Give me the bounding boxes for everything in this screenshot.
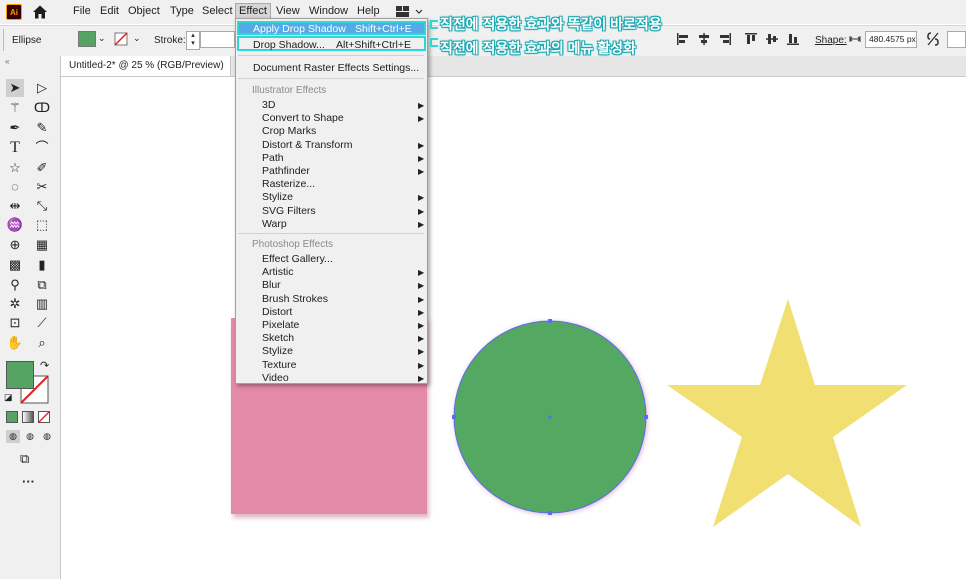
anchor-left[interactable]: [452, 415, 456, 419]
photoshop-effect-item[interactable]: Effect Gallery...: [262, 253, 333, 265]
annotation-bracket: [430, 38, 438, 47]
photoshop-effect-item[interactable]: Video: [262, 372, 289, 384]
submenu-arrow-icon: ▶: [418, 373, 425, 383]
canvas-artwork: [231, 299, 907, 527]
submenu-arrow-icon: ▶: [418, 294, 425, 304]
menu-separator: [238, 78, 424, 79]
illustrator-effect-item[interactable]: Crop Marks: [262, 125, 316, 137]
illustrator-effect-item[interactable]: Convert to Shape: [262, 112, 344, 124]
menu-apply-drop-shadow[interactable]: Apply Drop Shadow: [253, 23, 346, 35]
submenu-arrow-icon: ▶: [418, 140, 425, 150]
illustrator-effect-item[interactable]: Path: [262, 152, 284, 164]
menu-separator: [238, 233, 424, 234]
submenu-arrow-icon: ▶: [418, 167, 425, 176]
effect-menu: Apply Drop Shadow Shift+Ctrl+E Drop Shad…: [235, 18, 428, 384]
annotation-apply: 직전에 적용한 효과와 똑같이 바로적용: [440, 16, 662, 32]
submenu-arrow-icon: ▶: [418, 206, 425, 216]
photoshop-effects-header: Photoshop Effects: [252, 239, 333, 250]
submenu-arrow-icon: ▶: [418, 321, 425, 330]
submenu-arrow-icon: ▶: [418, 114, 425, 124]
photoshop-effect-item[interactable]: Blur: [262, 279, 281, 291]
photoshop-effect-item[interactable]: Texture: [262, 359, 296, 371]
anchor-bottom[interactable]: [548, 511, 552, 515]
submenu-arrow-icon: ▶: [418, 219, 425, 229]
illustrator-effect-item[interactable]: Rasterize...: [262, 178, 315, 190]
anchor-top[interactable]: [548, 319, 552, 323]
photoshop-effect-item[interactable]: Brush Strokes: [262, 293, 328, 305]
annotation-bracket: [430, 20, 438, 29]
submenu-arrow-icon: ▶: [418, 101, 425, 110]
photoshop-effect-item[interactable]: Stylize: [262, 345, 293, 357]
photoshop-effect-item[interactable]: Pixelate: [262, 319, 299, 331]
illustrator-effects-header: Illustrator Effects: [252, 85, 327, 96]
submenu-arrow-icon: ▶: [418, 347, 425, 357]
submenu-arrow-icon: ▶: [418, 360, 425, 370]
drop-shadow-shortcut: Alt+Shift+Ctrl+E: [336, 39, 411, 51]
submenu-arrow-icon: ▶: [418, 193, 425, 203]
annotation-drop: 직전에 적용한 효과의 메뉴 활성화: [440, 40, 636, 56]
fill-swatch[interactable]: [6, 361, 34, 389]
menu-separator: [238, 55, 424, 56]
yellow-star[interactable]: [667, 299, 907, 527]
submenu-arrow-icon: ▶: [418, 268, 425, 278]
photoshop-effect-item[interactable]: Distort: [262, 306, 292, 318]
illustrator-effect-item[interactable]: Stylize: [262, 191, 293, 203]
photoshop-effect-item[interactable]: Artistic: [262, 266, 294, 278]
illustrator-effect-item[interactable]: 3D: [262, 99, 275, 111]
photoshop-effect-item[interactable]: Sketch: [262, 332, 294, 344]
submenu-arrow-icon: ▶: [418, 153, 425, 163]
illustrator-effect-item[interactable]: Pathfinder: [262, 165, 310, 177]
anchor-center[interactable]: [548, 415, 552, 419]
submenu-arrow-icon: ▶: [418, 281, 425, 291]
menu-drop-shadow[interactable]: Drop Shadow...: [253, 39, 325, 51]
illustrator-effect-item[interactable]: Distort & Transform: [262, 139, 352, 151]
illustrator-effect-item[interactable]: Warp: [262, 218, 287, 230]
submenu-arrow-icon: ▶: [418, 334, 425, 344]
illustrator-effect-item[interactable]: SVG Filters: [262, 205, 316, 217]
submenu-arrow-icon: ▶: [418, 307, 425, 317]
menu-document-raster-settings[interactable]: Document Raster Effects Settings...: [253, 62, 419, 74]
apply-drop-shadow-shortcut: Shift+Ctrl+E: [355, 23, 412, 35]
anchor-right[interactable]: [644, 415, 648, 419]
